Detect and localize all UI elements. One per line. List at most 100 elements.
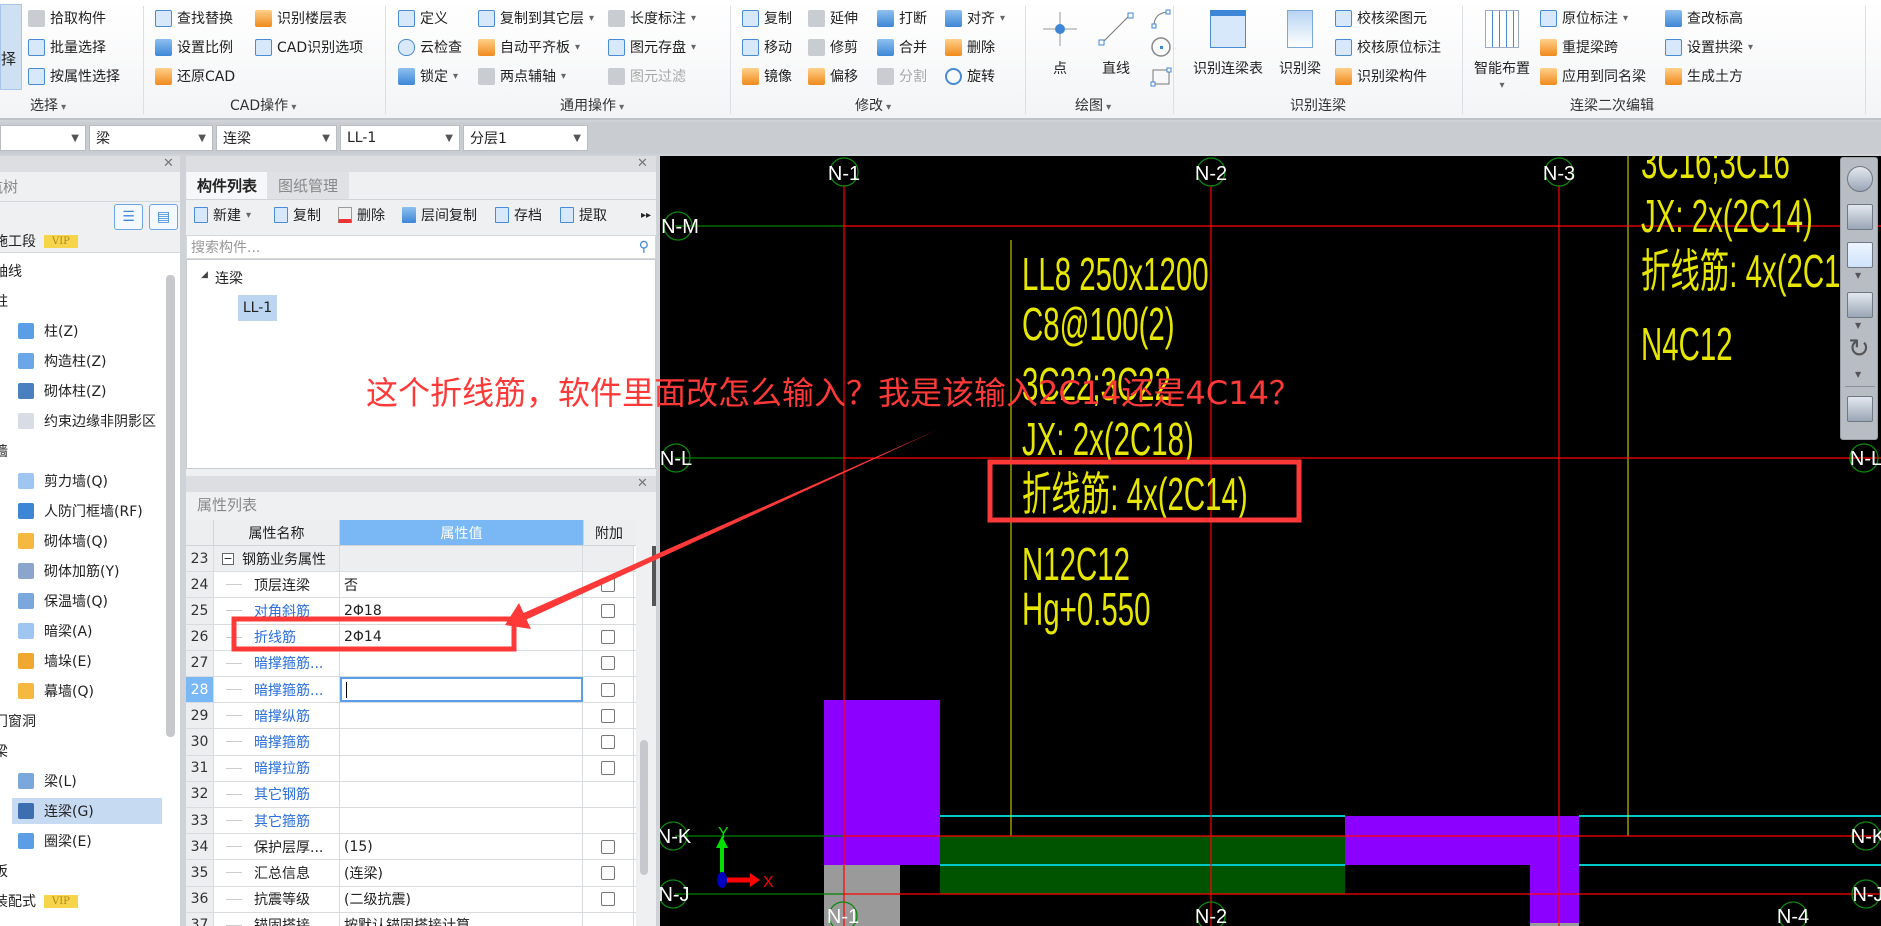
display-settings-icon[interactable]	[1847, 396, 1873, 422]
pick-component-button[interactable]: 拾取构件	[28, 6, 106, 30]
extra-checkbox[interactable]	[601, 577, 615, 592]
generate-earthwork-button[interactable]: 生成土方	[1665, 64, 1743, 88]
extra-checkbox[interactable]	[601, 708, 615, 723]
copy-to-other-floor-button[interactable]: 复制到其它层	[478, 6, 594, 30]
nav-item[interactable]: 砌体柱(Z)	[12, 378, 162, 404]
new-button[interactable]: 新建	[194, 202, 251, 228]
nav-item[interactable]: 人防门框墙(RF)	[12, 498, 162, 524]
nav-category[interactable]: 梁	[0, 739, 8, 763]
nav-item[interactable]: 约束边缘非阴影区	[12, 408, 162, 434]
extra-checkbox[interactable]	[601, 892, 615, 907]
delete-component-button[interactable]: 删除	[338, 202, 385, 228]
property-value[interactable]	[340, 546, 583, 572]
property-row[interactable]: 28 暗撑箍筋...	[186, 677, 636, 704]
element-filter-button[interactable]: 图元过滤	[608, 64, 686, 88]
tab-component-list[interactable]: 构件列表	[187, 172, 267, 199]
delete-button[interactable]: 删除	[945, 35, 995, 59]
chevron-down-icon[interactable]: ▾	[1499, 80, 1504, 91]
nav-category[interactable]: 轴线	[0, 259, 22, 283]
chevron-down-icon[interactable]: ▼	[1855, 370, 1861, 379]
copy-button[interactable]: 复制	[742, 6, 792, 30]
extra-checkbox[interactable]	[601, 656, 615, 671]
rectangle-icon[interactable]	[1150, 66, 1172, 88]
extra-checkbox[interactable]	[601, 682, 615, 697]
property-value[interactable]	[340, 729, 583, 755]
property-value[interactable]: 2Φ14	[340, 624, 583, 650]
select-by-property-button[interactable]: 按属性选择	[28, 64, 120, 88]
card-view-icon[interactable]: ▤	[149, 204, 178, 230]
nav-item[interactable]: 暗梁(A)	[12, 618, 162, 644]
property-value[interactable]: (连梁)	[340, 860, 583, 886]
two-point-axis-button[interactable]: 两点辅轴	[478, 64, 566, 88]
property-value[interactable]	[340, 755, 583, 781]
extra-checkbox[interactable]	[601, 734, 615, 749]
extract-button[interactable]: 提取	[560, 202, 607, 228]
extra-checkbox[interactable]	[601, 603, 615, 618]
trim-button[interactable]: 修剪	[808, 35, 858, 59]
close-icon[interactable]: ✕	[163, 156, 174, 171]
extend-button[interactable]: 延伸	[808, 6, 858, 30]
find-replace-button[interactable]: 查找替换	[155, 6, 233, 30]
restore-cad-button[interactable]: 还原CAD	[155, 64, 235, 88]
component-select[interactable]: LL-1 ▼	[340, 125, 460, 151]
tree-group-label[interactable]: 连梁	[215, 268, 243, 288]
more-icon[interactable]: ▸▸	[641, 202, 651, 228]
property-value[interactable]: (二级抗震)	[340, 886, 583, 912]
property-value[interactable]: (15)	[340, 834, 583, 860]
archive-button[interactable]: 存档	[495, 202, 542, 228]
nav-item[interactable]: 保温墙(Q)	[12, 588, 162, 614]
search-input[interactable]: 搜索构件... ⚲	[186, 235, 656, 259]
check-span-annotation-button[interactable]: 校核原位标注	[1335, 35, 1441, 59]
apply-same-name-button[interactable]: 应用到同名梁	[1540, 64, 1646, 88]
merge-button[interactable]: 合并	[877, 35, 927, 59]
set-scale-button[interactable]: 设置比例	[155, 35, 233, 59]
extra-checkbox[interactable]	[601, 761, 615, 776]
define-button[interactable]: 定义	[398, 6, 448, 30]
group-label-draw[interactable]: 绘图	[1075, 95, 1111, 115]
nav-item[interactable]: 剪力墙(Q)	[12, 468, 162, 494]
group-label-general[interactable]: 通用操作	[560, 95, 624, 115]
nav-item[interactable]: 幕墙(Q)	[12, 678, 162, 704]
identify-beam-table-button[interactable]: 识别连梁表	[1188, 4, 1268, 78]
identify-beam-button[interactable]: 识别梁	[1276, 4, 1324, 78]
collapse-icon[interactable]: −	[222, 552, 234, 565]
properties-scrollbar[interactable]	[640, 740, 648, 875]
nav-scrollbar[interactable]	[166, 275, 175, 737]
break-button[interactable]: 打断	[877, 6, 927, 30]
layer-select[interactable]: 分层1 ▼	[463, 125, 588, 151]
property-row[interactable]: 29 暗撑纵筋	[186, 703, 636, 730]
rotate-view-icon[interactable]: ↻	[1848, 334, 1870, 364]
nav-category[interactable]: 板	[0, 859, 8, 883]
nav-item[interactable]: 构造柱(Z)	[12, 348, 162, 374]
list-view-icon[interactable]: ☰	[114, 204, 143, 230]
property-value[interactable]: 2Φ18	[340, 598, 583, 624]
offset-button[interactable]: 偏移	[808, 64, 858, 88]
rotate-button[interactable]: 旋转	[945, 64, 995, 88]
collapse-triangle-icon[interactable]: ◢	[201, 270, 208, 280]
nav-item[interactable]: 砌体墙(Q)	[12, 528, 162, 554]
orbit-icon[interactable]	[1847, 166, 1873, 192]
group-label-select[interactable]: 选择	[30, 95, 66, 115]
identify-floor-table-button[interactable]: 识别楼层表	[255, 6, 347, 30]
nav-item[interactable]: 砌体加筋(Y)	[12, 558, 162, 584]
smart-layout-button[interactable]: 智能布置 ▾	[1470, 4, 1534, 91]
property-value[interactable]	[340, 703, 583, 729]
property-row[interactable]: 35 汇总信息 (连梁)	[186, 860, 636, 887]
nav-item[interactable]: 梁(L)	[12, 768, 162, 794]
property-row[interactable]: 27 暗撑箍筋...	[186, 650, 636, 677]
nav-category[interactable]: 门窗洞	[0, 709, 36, 733]
nav-item[interactable]: 连梁(G)	[12, 798, 162, 824]
floor-select[interactable]: ▼	[0, 125, 86, 151]
category-select[interactable]: 梁 ▼	[89, 125, 213, 151]
property-value[interactable]: 否	[340, 572, 583, 598]
span-annotation-button[interactable]: 原位标注	[1540, 6, 1628, 30]
check-beam-elements-button[interactable]: 校核梁图元	[1335, 6, 1427, 30]
property-row[interactable]: 33 其它箍筋	[186, 808, 636, 835]
property-value[interactable]	[340, 781, 583, 807]
save-element-button[interactable]: 图元存盘	[608, 35, 696, 59]
copy-component-button[interactable]: 复制	[274, 202, 321, 228]
chevron-down-icon[interactable]: ▼	[1855, 321, 1861, 330]
property-value[interactable]	[340, 808, 583, 834]
check-elevation-button[interactable]: 查改标高	[1665, 6, 1743, 30]
box-view-icon[interactable]	[1847, 292, 1873, 318]
